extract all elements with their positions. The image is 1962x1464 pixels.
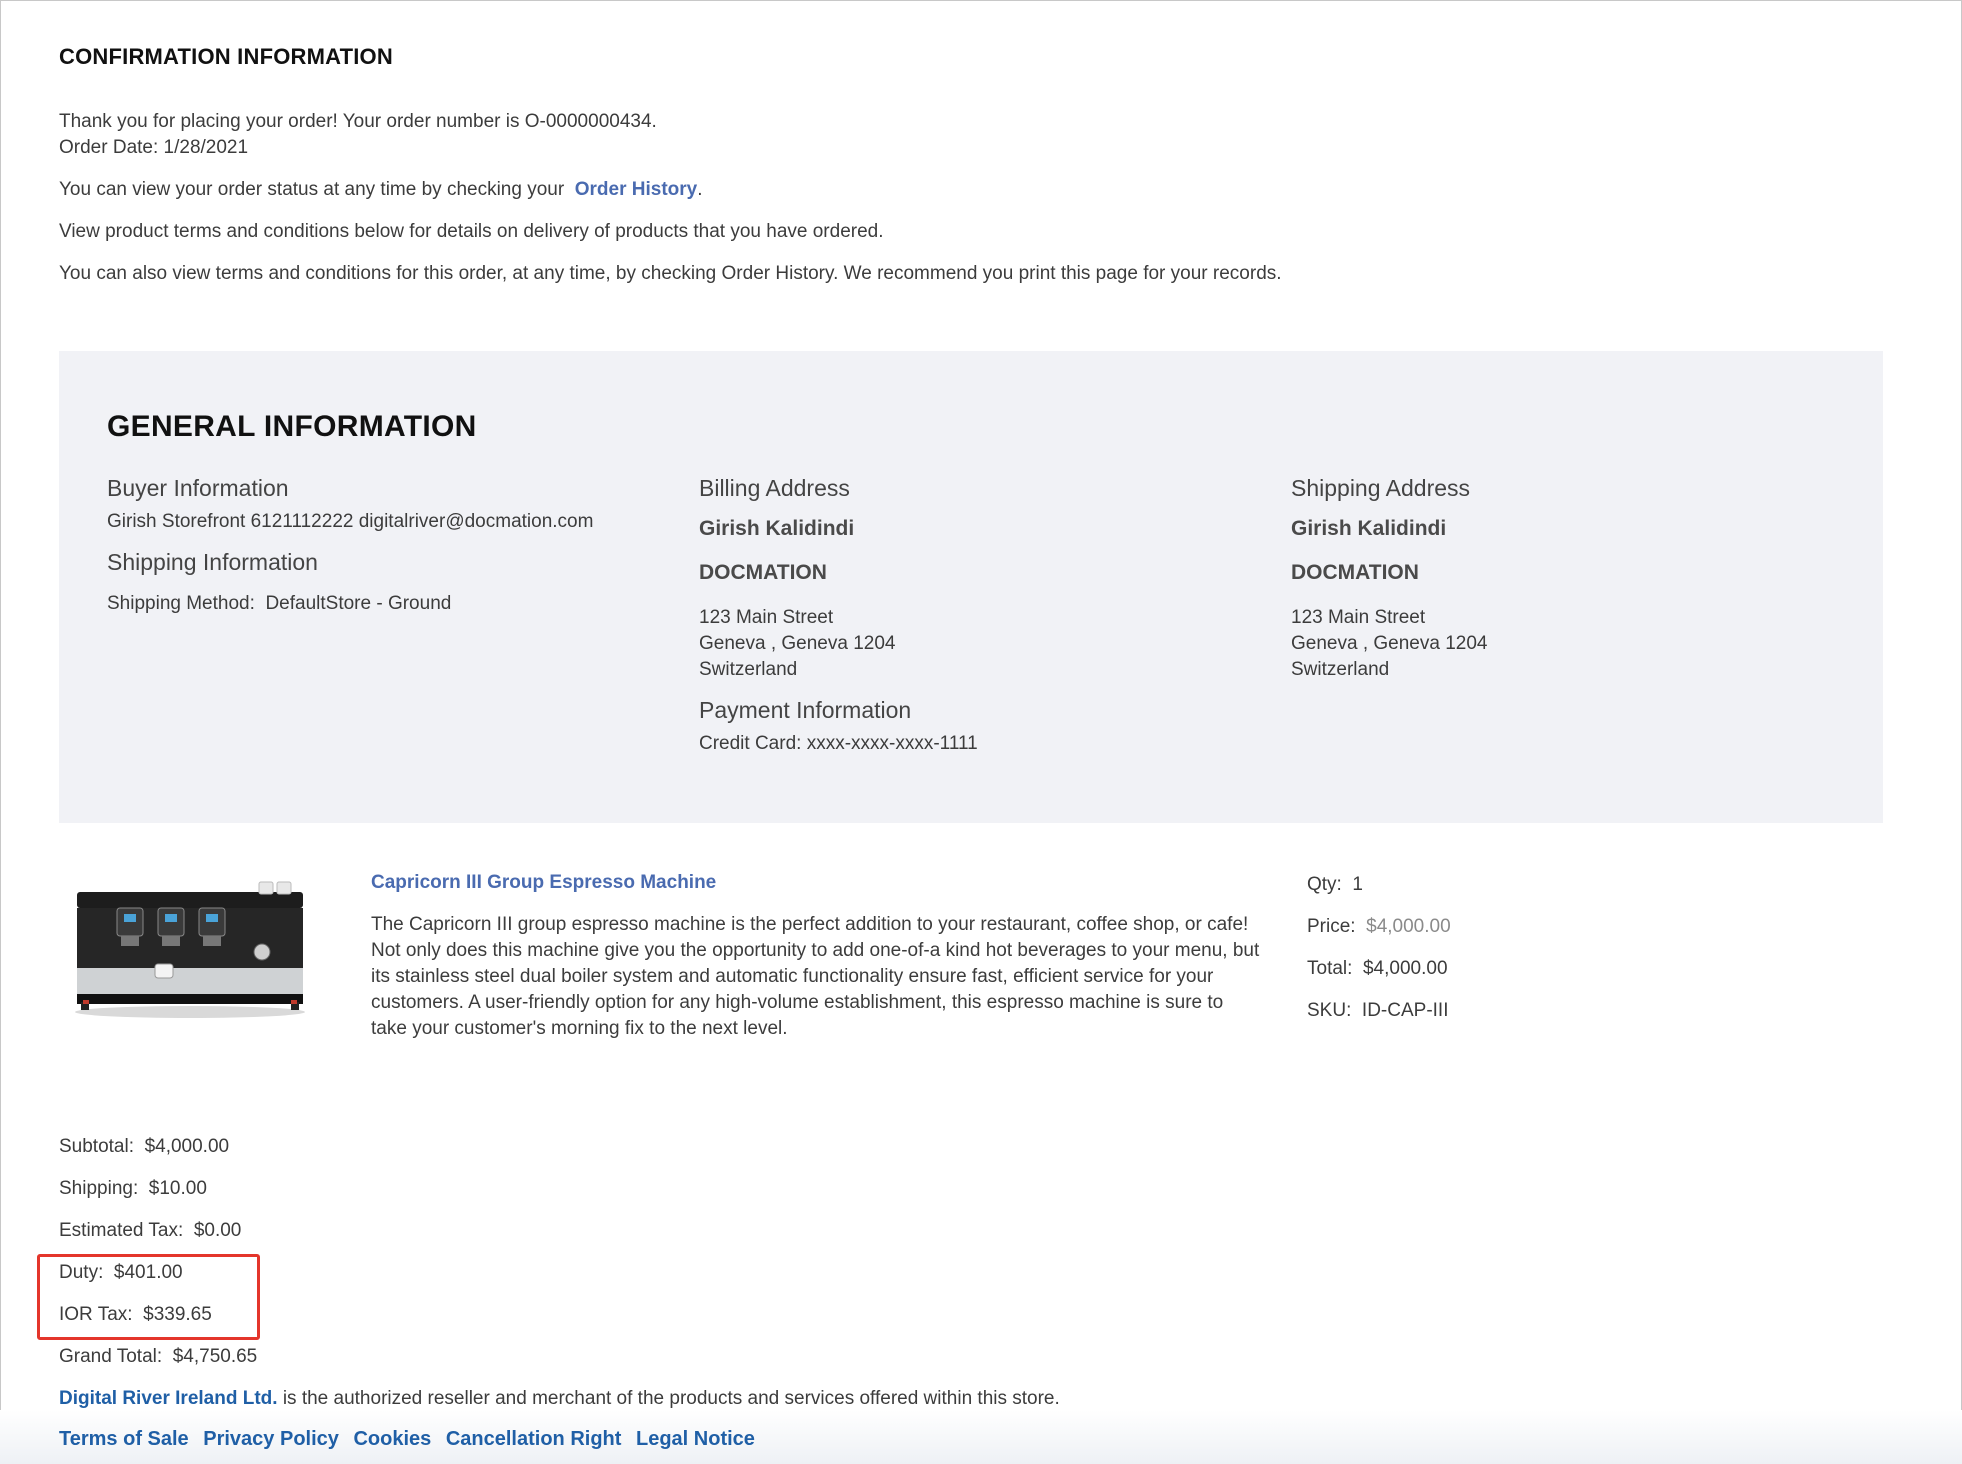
sku-value: ID-CAP-III <box>1361 1000 1449 1021</box>
espresso-machine-icon <box>59 868 321 1025</box>
subtotal-row: Subtotal: $4,000.00 <box>59 1136 229 1158</box>
grand-total-value: $4,750.65 <box>172 1346 258 1367</box>
shipping-city-line: Geneva , Geneva 1204 <box>1291 633 1488 654</box>
price-label: Price: <box>1307 916 1356 937</box>
shipping-row: Shipping: $10.00 <box>59 1178 207 1200</box>
shipping-company: DOCMATION <box>1291 561 1419 584</box>
buyer-details: Girish Storefront 6121112222 digitalrive… <box>107 511 594 532</box>
order-status-text: You can view your order status at any ti… <box>59 179 565 200</box>
shipping-method-label: Shipping Method: <box>107 593 255 614</box>
sku-label: SKU: <box>1307 1000 1352 1021</box>
price-value: $4,000.00 <box>1366 916 1451 937</box>
merchant-notice: Digital River Ireland Ltd. is the author… <box>59 1388 1060 1410</box>
billing-country: Switzerland <box>699 659 798 680</box>
estimated-tax-label: Estimated Tax: <box>59 1220 184 1241</box>
billing-address-heading: Billing Address <box>699 475 850 501</box>
product-total: Total: $4,000.00 <box>1307 958 1448 980</box>
qty-value: 1 <box>1352 874 1363 895</box>
confirmation-title: CONFIRMATION INFORMATION <box>59 44 393 69</box>
billing-street: 123 Main Street <box>699 607 834 628</box>
shipping-info-heading: Shipping Information <box>107 549 318 575</box>
general-info-title: GENERAL INFORMATION <box>107 410 477 443</box>
shipping-label: Shipping: <box>59 1178 139 1199</box>
shipping-value: $10.00 <box>148 1178 207 1199</box>
billing-name: Girish Kalidindi <box>699 517 855 540</box>
espresso-machine-image <box>59 868 321 1025</box>
highlight-box <box>37 1254 260 1340</box>
terms-notice: View product terms and conditions below … <box>59 221 884 242</box>
shipping-street: 123 Main Street <box>1291 607 1426 628</box>
shipping-name: Girish Kalidindi <box>1291 517 1447 540</box>
estimated-tax-row: Estimated Tax: $0.00 <box>59 1220 241 1242</box>
billing-company: DOCMATION <box>699 561 827 584</box>
subtotal-label: Subtotal: <box>59 1136 134 1157</box>
subtotal-value: $4,000.00 <box>144 1136 230 1157</box>
merchant-link[interactable]: Digital River Ireland Ltd. <box>59 1388 278 1409</box>
shipping-address-heading: Shipping Address <box>1291 475 1471 501</box>
print-notice: You can also view terms and conditions f… <box>59 263 1282 284</box>
order-status-line: You can view your order status at any ti… <box>59 179 703 201</box>
cancellation-right-link[interactable]: Cancellation Right <box>446 1428 622 1450</box>
qty-label: Qty: <box>1307 874 1342 895</box>
product-qty: Qty: 1 <box>1307 874 1363 896</box>
order-status-suffix: . <box>697 179 703 200</box>
footer-links: Terms of Sale Privacy Policy Cookies Can… <box>59 1428 764 1451</box>
billing-city-line: Geneva , Geneva 1204 <box>699 633 896 654</box>
product-sku: SKU: ID-CAP-III <box>1307 1000 1448 1022</box>
total-value: $4,000.00 <box>1362 958 1448 979</box>
buyer-info-heading: Buyer Information <box>107 475 289 501</box>
grand-total-label: Grand Total: <box>59 1346 163 1367</box>
cookies-link[interactable]: Cookies <box>353 1428 431 1450</box>
shipping-method-value: DefaultStore - Ground <box>265 593 452 614</box>
shipping-method: Shipping Method: DefaultStore - Ground <box>107 593 451 615</box>
payment-info-heading: Payment Information <box>699 697 912 723</box>
merchant-text: is the authorized reseller and merchant … <box>282 1388 1060 1409</box>
shipping-country: Switzerland <box>1291 659 1390 680</box>
payment-details: Credit Card: xxxx-xxxx-xxxx-1111 <box>699 733 978 754</box>
order-date: Order Date: 1/28/2021 <box>59 137 249 158</box>
terms-of-sale-link[interactable]: Terms of Sale <box>59 1428 189 1450</box>
estimated-tax-value: $0.00 <box>193 1220 242 1241</box>
product-name-link[interactable]: Capricorn III Group Espresso Machine <box>371 872 716 894</box>
product-price: Price: $4,000.00 <box>1307 916 1451 938</box>
order-history-link[interactable]: Order History <box>575 179 697 200</box>
grand-total-row: Grand Total: $4,750.65 <box>59 1346 257 1368</box>
thank-you-message: Thank you for placing your order! Your o… <box>59 111 657 132</box>
legal-notice-link[interactable]: Legal Notice <box>636 1428 755 1450</box>
privacy-policy-link[interactable]: Privacy Policy <box>203 1428 339 1450</box>
product-description: The Capricorn III group espresso machine… <box>371 914 1260 1039</box>
total-label: Total: <box>1307 958 1353 979</box>
